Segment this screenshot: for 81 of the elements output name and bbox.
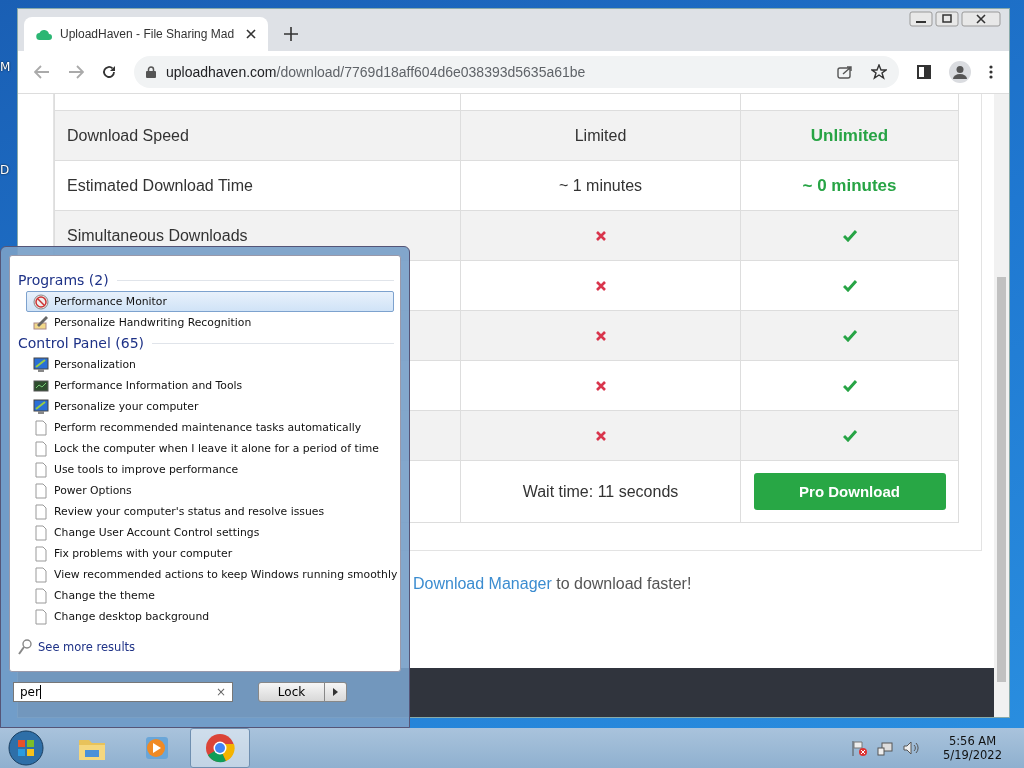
profile-icon[interactable] <box>949 61 971 83</box>
menu-icon[interactable] <box>989 65 993 79</box>
clock-date[interactable]: 5/19/2022 <box>943 748 1002 762</box>
clock-time[interactable]: 5:56 AM <box>948 734 997 748</box>
search-result-item[interactable]: Change desktop background <box>26 606 394 627</box>
check-icon <box>842 429 857 442</box>
document-icon <box>33 461 49 478</box>
taskbar-button[interactable] <box>190 728 250 768</box>
search-icon <box>18 639 32 655</box>
table-cell-text: Simultaneous Downloads <box>66 225 249 246</box>
share-icon[interactable] <box>837 65 853 79</box>
document-icon <box>33 608 49 625</box>
search-result-item[interactable]: Personalize your computer <box>26 396 394 417</box>
document-icon <box>33 566 49 583</box>
check-icon <box>842 329 857 342</box>
document-icon <box>33 419 49 436</box>
star-icon[interactable] <box>871 64 887 80</box>
section-heading: Programs (2) <box>18 272 109 288</box>
start-orb-icon[interactable] <box>8 730 44 766</box>
document-icon <box>33 545 49 562</box>
section-heading: Control Panel (65) <box>18 335 144 351</box>
search-result-item[interactable]: Fix problems with your computer <box>26 543 394 564</box>
document-icon <box>33 503 49 520</box>
cross-icon <box>595 330 606 341</box>
check-icon <box>842 279 857 292</box>
minimize-icon[interactable] <box>909 11 933 27</box>
chart-icon <box>33 377 49 394</box>
search-result-item[interactable]: Power Options <box>26 480 394 501</box>
search-result-item[interactable]: Perform recommended maintenance tasks automatically <box>26 417 394 438</box>
browser-tab[interactable]: UploadHaven - File Sharing Mad <box>24 17 268 51</box>
document-icon <box>33 440 49 457</box>
display-icon <box>33 398 49 415</box>
desktop-icon-label[interactable]: D <box>0 163 10 177</box>
cloud-icon <box>36 27 52 41</box>
display-icon <box>33 356 49 373</box>
lock-button[interactable]: Lock <box>258 682 325 702</box>
search-result-item[interactable]: Use tools to improve performance <box>26 459 394 480</box>
see-more-results-link[interactable]: See more results <box>18 639 394 655</box>
cross-icon <box>595 430 606 441</box>
check-icon <box>842 229 857 242</box>
restore-icon[interactable] <box>935 11 959 27</box>
check-icon <box>842 379 857 392</box>
flag-icon[interactable] <box>851 740 868 756</box>
search-result-item[interactable]: Performance Monitor <box>26 291 394 312</box>
side-panel-icon[interactable] <box>917 65 931 79</box>
close-icon[interactable] <box>961 11 1001 27</box>
browser-logo-icon <box>204 732 236 764</box>
document-icon <box>33 587 49 604</box>
options-arrow-button[interactable] <box>325 682 347 702</box>
address-bar[interactable]: uploadhaven.com/download/7769d18aff604d6e038393d5635a61be <box>134 56 899 88</box>
cross-icon <box>595 280 606 291</box>
close-icon[interactable] <box>246 29 256 39</box>
network-icon[interactable] <box>877 740 894 756</box>
table-cell: Limited <box>460 111 740 160</box>
cross-icon <box>595 230 606 241</box>
search-result-item[interactable]: Change User Account Control settings <box>26 522 394 543</box>
search-result-item[interactable]: Personalization <box>26 354 394 375</box>
scrollbar[interactable] <box>994 94 1009 717</box>
search-field[interactable]: per × <box>13 682 233 702</box>
clear-icon[interactable]: × <box>215 685 226 699</box>
search-result-item[interactable]: Review your computer's status and resolve issues <box>26 501 394 522</box>
document-icon <box>33 524 49 541</box>
cross-icon <box>595 380 606 391</box>
search-result-item[interactable]: Lock the computer when I leave it alone for a period of time <box>26 438 394 459</box>
table-cell-text: Estimated Download Time <box>66 175 254 196</box>
reload-icon[interactable] <box>102 65 116 79</box>
triangle-icon <box>333 688 338 696</box>
speaker-icon[interactable] <box>903 740 920 756</box>
search-result-item[interactable]: Personalize Handwriting Recognition <box>26 312 394 333</box>
url-text: uploadhaven.com/download/7769d18aff604d6e038393d5635a61be <box>166 64 587 80</box>
new-tab-icon[interactable] <box>284 27 298 41</box>
search-result-item[interactable]: Change the theme <box>26 585 394 606</box>
lock-icon <box>146 66 156 78</box>
pen-icon <box>33 314 49 331</box>
document-icon <box>33 482 49 499</box>
download-manager-link[interactable]: Download Manager <box>413 575 552 592</box>
desktop-icon-label[interactable]: M <box>0 60 11 74</box>
table-cell: Unlimited <box>740 111 958 160</box>
table-cell: Wait time: 11 seconds <box>460 461 740 522</box>
search-result-item[interactable]: Performance Information and Tools <box>26 375 394 396</box>
table-cell-text: Download Speed <box>66 125 190 146</box>
